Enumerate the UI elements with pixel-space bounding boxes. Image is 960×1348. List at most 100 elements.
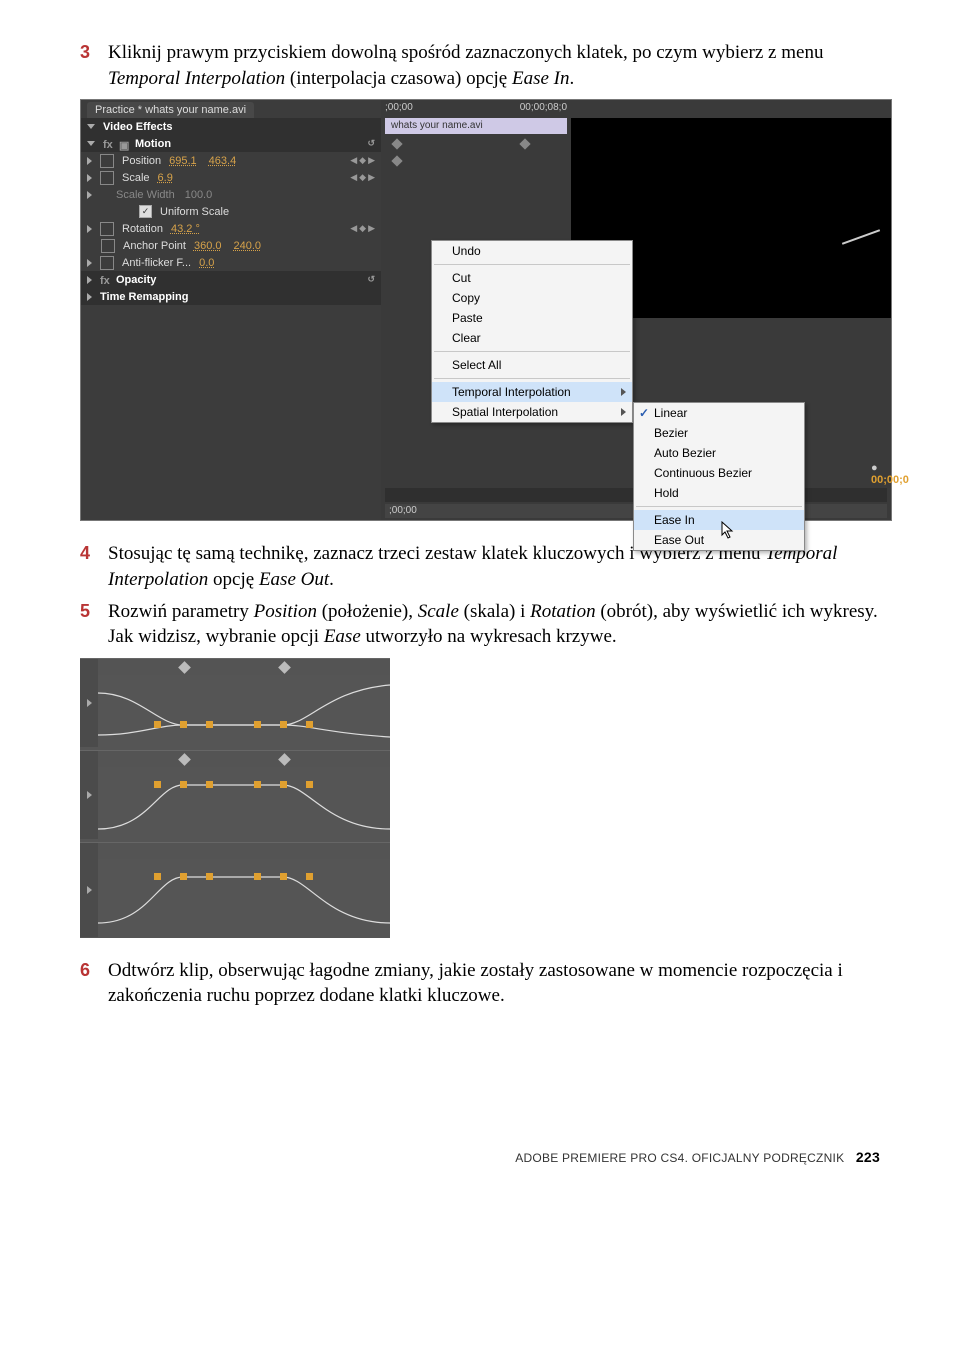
disclosure-icon[interactable] bbox=[87, 174, 92, 182]
disclosure-icon[interactable] bbox=[87, 293, 92, 301]
stopwatch-icon[interactable] bbox=[100, 256, 114, 270]
track-disclosure[interactable] bbox=[80, 659, 98, 747]
track-disclosure[interactable] bbox=[80, 843, 98, 937]
text-italic: Scale bbox=[418, 601, 459, 622]
keyframe-graph-panel bbox=[80, 658, 390, 938]
step-3: 3 Kliknij prawym przyciskiem dowolną spo… bbox=[80, 40, 880, 91]
property-label: Anti-flicker F... bbox=[122, 257, 191, 269]
value-x[interactable]: 695.1 bbox=[165, 155, 201, 167]
video-effects-header[interactable]: Video Effects bbox=[81, 118, 381, 135]
menu-item-ease-in[interactable]: Ease In bbox=[634, 510, 804, 530]
label: Video Effects bbox=[103, 121, 173, 133]
text-italic: Rotation bbox=[530, 601, 595, 622]
cursor-icon bbox=[721, 521, 735, 539]
step-number: 6 bbox=[80, 958, 108, 1009]
value[interactable]: 0.0 bbox=[195, 257, 218, 269]
opacity-effect-header[interactable]: fxOpacity↺ bbox=[81, 271, 381, 288]
curve-graph bbox=[98, 675, 390, 747]
property-label: Rotation bbox=[122, 223, 163, 235]
prev-keyframe-icon[interactable]: ◀ bbox=[350, 172, 357, 183]
premiere-effects-panel: Practice * whats your name.avi Video Eff… bbox=[80, 99, 892, 521]
step-body: Kliknij prawym przyciskiem dowolną spośr… bbox=[108, 40, 880, 91]
timeline-tick: 00;00;08;0 bbox=[520, 102, 567, 113]
menu-item-spatial-interpolation[interactable]: Spatial Interpolation bbox=[432, 402, 632, 422]
disclosure-icon[interactable] bbox=[87, 141, 95, 146]
fx-icon: fx bbox=[100, 275, 110, 285]
keyframe-icon[interactable] bbox=[519, 139, 530, 150]
uniform-scale-row: ✓Uniform Scale bbox=[81, 203, 381, 220]
add-keyframe-icon[interactable]: ◆ bbox=[359, 223, 366, 234]
label: Time Remapping bbox=[100, 291, 188, 303]
value: 100.0 bbox=[179, 189, 213, 201]
track-disclosure[interactable] bbox=[80, 751, 98, 839]
menu-item-copy[interactable]: Copy bbox=[432, 288, 632, 308]
context-menu: Undo Cut Copy Paste Clear Select All Tem… bbox=[431, 240, 633, 423]
value[interactable]: 43.2 ° bbox=[167, 223, 204, 235]
text-italic: Position bbox=[254, 601, 317, 622]
keyframe-row[interactable] bbox=[98, 843, 390, 859]
motion-effect-header[interactable]: fx▣Motion↺ bbox=[81, 135, 381, 152]
keyframe-icon[interactable] bbox=[178, 753, 191, 766]
checkbox[interactable]: ✓ bbox=[139, 205, 152, 218]
menu-item-bezier[interactable]: Bezier bbox=[634, 423, 804, 443]
timeline-tick: ;00;00 bbox=[385, 102, 413, 113]
next-keyframe-icon[interactable]: ▶ bbox=[368, 172, 375, 183]
disclosure-icon[interactable] bbox=[87, 225, 92, 233]
prev-keyframe-icon[interactable]: ◀ bbox=[350, 223, 357, 234]
add-keyframe-icon[interactable]: ◆ bbox=[359, 172, 366, 183]
next-keyframe-icon[interactable]: ▶ bbox=[368, 223, 375, 234]
disclosure-icon[interactable] bbox=[87, 124, 95, 129]
menu-item-linear[interactable]: Linear bbox=[634, 403, 804, 423]
value-y[interactable]: 463.4 bbox=[205, 155, 241, 167]
keyframe-icon[interactable] bbox=[391, 156, 402, 167]
menu-item-select-all[interactable]: Select All bbox=[432, 355, 632, 375]
keyframe-icon[interactable] bbox=[278, 753, 291, 766]
disclosure-icon bbox=[87, 191, 92, 199]
reset-icon[interactable]: ↺ bbox=[367, 138, 375, 149]
keyframe-icon[interactable] bbox=[278, 661, 291, 674]
prev-keyframe-icon[interactable]: ◀ bbox=[350, 155, 357, 166]
value-y[interactable]: 240.0 bbox=[230, 240, 266, 252]
timecode[interactable]: 00;00;0 bbox=[871, 474, 909, 486]
step-6: 6 Odtwórz klip, obserwując łagodne zmian… bbox=[80, 958, 880, 1009]
page-footer: ADOBE PREMIERE PRO CS4. OFICJALNY PODRĘC… bbox=[80, 1149, 880, 1165]
position-row: Position695.1463.4◀◆▶ bbox=[81, 152, 381, 169]
menu-item-auto-bezier[interactable]: Auto Bezier bbox=[634, 443, 804, 463]
timecode: ;00;00 bbox=[389, 505, 417, 516]
menu-item-undo[interactable]: Undo bbox=[432, 241, 632, 261]
value-x[interactable]: 360.0 bbox=[190, 240, 226, 252]
disclosure-icon[interactable] bbox=[87, 276, 92, 284]
value[interactable]: 6.9 bbox=[154, 172, 177, 184]
keyframe-icon[interactable] bbox=[178, 661, 191, 674]
keyframe-row[interactable] bbox=[98, 659, 390, 675]
curve-graph bbox=[98, 859, 390, 937]
time-remapping-header[interactable]: Time Remapping bbox=[81, 288, 381, 305]
add-keyframe-icon[interactable]: ◆ bbox=[359, 155, 366, 166]
menu-item-ease-out[interactable]: Ease Out bbox=[634, 530, 804, 550]
next-keyframe-icon[interactable]: ▶ bbox=[368, 155, 375, 166]
label: Motion bbox=[135, 138, 171, 150]
panel-tab[interactable]: Practice * whats your name.avi bbox=[87, 102, 254, 118]
menu-item-cut[interactable]: Cut bbox=[432, 268, 632, 288]
menu-separator bbox=[434, 264, 630, 265]
text: . bbox=[570, 68, 575, 89]
stopwatch-icon[interactable] bbox=[100, 171, 114, 185]
menu-item-clear[interactable]: Clear bbox=[432, 328, 632, 348]
menu-item-hold[interactable]: Hold bbox=[634, 483, 804, 503]
reset-icon[interactable]: ↺ bbox=[367, 274, 375, 285]
menu-item-temporal-interpolation[interactable]: Temporal Interpolation bbox=[432, 382, 632, 402]
stopwatch-icon[interactable] bbox=[100, 222, 114, 236]
menu-item-continuous-bezier[interactable]: Continuous Bezier bbox=[634, 463, 804, 483]
text-italic: Ease Out bbox=[259, 569, 329, 590]
text: . bbox=[329, 569, 334, 590]
disclosure-icon[interactable] bbox=[87, 157, 92, 165]
keyframe-row[interactable] bbox=[98, 751, 390, 767]
clip-bar[interactable]: whats your name.avi bbox=[385, 118, 567, 134]
menu-item-paste[interactable]: Paste bbox=[432, 308, 632, 328]
stopwatch-icon[interactable] bbox=[100, 154, 114, 168]
disclosure-icon[interactable] bbox=[87, 259, 92, 267]
stopwatch-icon[interactable] bbox=[101, 239, 115, 253]
step-number: 5 bbox=[80, 599, 108, 650]
transform-icon[interactable]: ▣ bbox=[119, 139, 129, 149]
keyframe-icon[interactable] bbox=[391, 139, 402, 150]
